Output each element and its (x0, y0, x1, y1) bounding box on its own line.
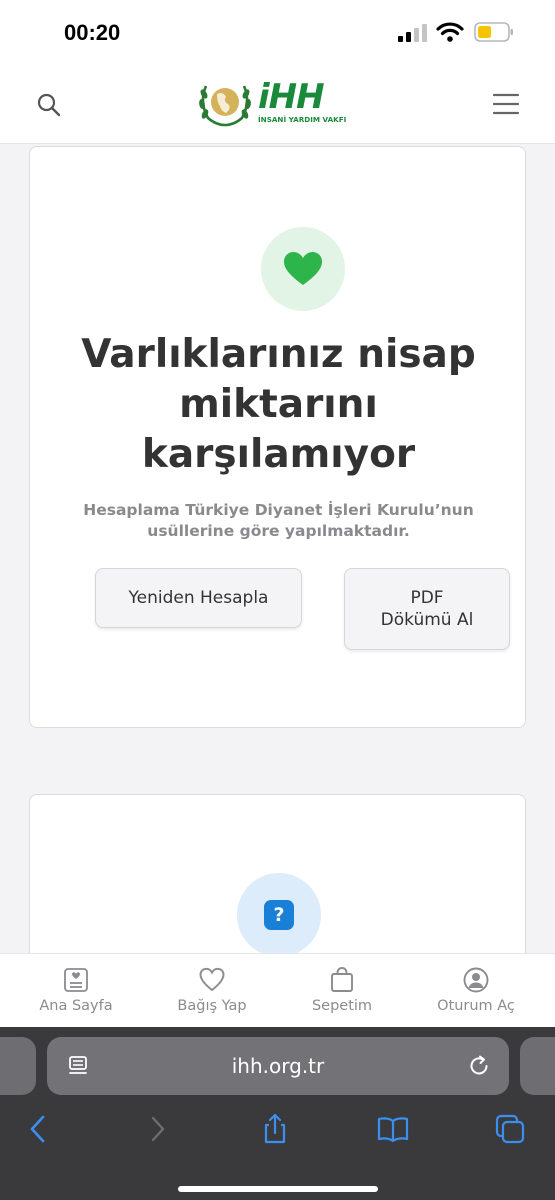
nav-item-cart[interactable]: Sepetim (282, 966, 402, 1014)
status-bar: 00:20 (0, 0, 555, 66)
question-badge: ? (237, 873, 321, 957)
user-icon (463, 967, 489, 993)
home-icon (64, 968, 88, 992)
address-bar[interactable]: ihh.org.tr (47, 1037, 509, 1095)
next-tab-pill[interactable] (520, 1037, 555, 1095)
ihh-logo[interactable]: iHH İNSANİ YARDIM VAKFI (196, 77, 346, 128)
share-icon[interactable] (259, 1113, 291, 1145)
heart-outline-icon (199, 967, 225, 992)
tabs-icon[interactable] (494, 1113, 526, 1145)
status-time: 00:20 (64, 20, 121, 45)
result-card: Varlıklarınız nisap miktarını karşılamıy… (29, 146, 526, 728)
cellular-signal-icon (398, 24, 427, 42)
reload-icon[interactable] (467, 1054, 491, 1078)
heart-badge (261, 227, 345, 311)
bottom-nav: Ana Sayfa Bağış Yap Sepetim Oturum Aç (0, 953, 555, 1027)
wifi-icon (436, 22, 464, 42)
forward-icon[interactable] (142, 1113, 174, 1145)
nav-item-login[interactable]: Oturum Aç (416, 966, 536, 1014)
pdf-label-line1: PDF (410, 588, 444, 608)
browser-toolbar: ihh.org.tr (0, 1027, 555, 1200)
menu-icon[interactable] (492, 92, 520, 116)
result-note: Hesaplama Türkiye Diyanet İşleri Kurulu’… (83, 501, 474, 540)
battery-icon (474, 22, 513, 42)
nav-label-home: Ana Sayfa (39, 998, 113, 1014)
url-text: ihh.org.tr (231, 1054, 325, 1078)
result-title: Varlıklarınız nisap miktarını karşılamıy… (81, 332, 476, 477)
back-icon[interactable] (22, 1113, 54, 1145)
recalculate-button[interactable]: Yeniden Hesapla (95, 568, 302, 628)
logo-subtitle: İNSANİ YARDIM VAKFI (258, 115, 347, 124)
home-indicator (178, 1186, 378, 1192)
search-icon[interactable] (36, 92, 62, 118)
bag-icon (331, 967, 353, 992)
pdf-label-line2: Dökümü Al (380, 610, 474, 630)
heart-icon (284, 252, 322, 285)
question-icon: ? (264, 900, 294, 930)
nav-item-home[interactable]: Ana Sayfa (16, 966, 136, 1014)
prev-tab-pill[interactable] (0, 1037, 36, 1095)
logo-wordmark: iHH (258, 77, 325, 117)
site-header: iHH İNSANİ YARDIM VAKFI (0, 66, 555, 144)
bookmarks-icon[interactable] (376, 1113, 410, 1145)
globe-wreath-icon (199, 85, 251, 127)
pdf-export-button[interactable]: PDF Dökümü Al (344, 568, 510, 650)
nav-label-login: Oturum Aç (437, 998, 515, 1014)
nav-item-donate[interactable]: Bağış Yap (152, 966, 272, 1014)
nav-label-cart: Sepetim (311, 998, 373, 1014)
nav-label-donate: Bağış Yap (177, 998, 247, 1014)
